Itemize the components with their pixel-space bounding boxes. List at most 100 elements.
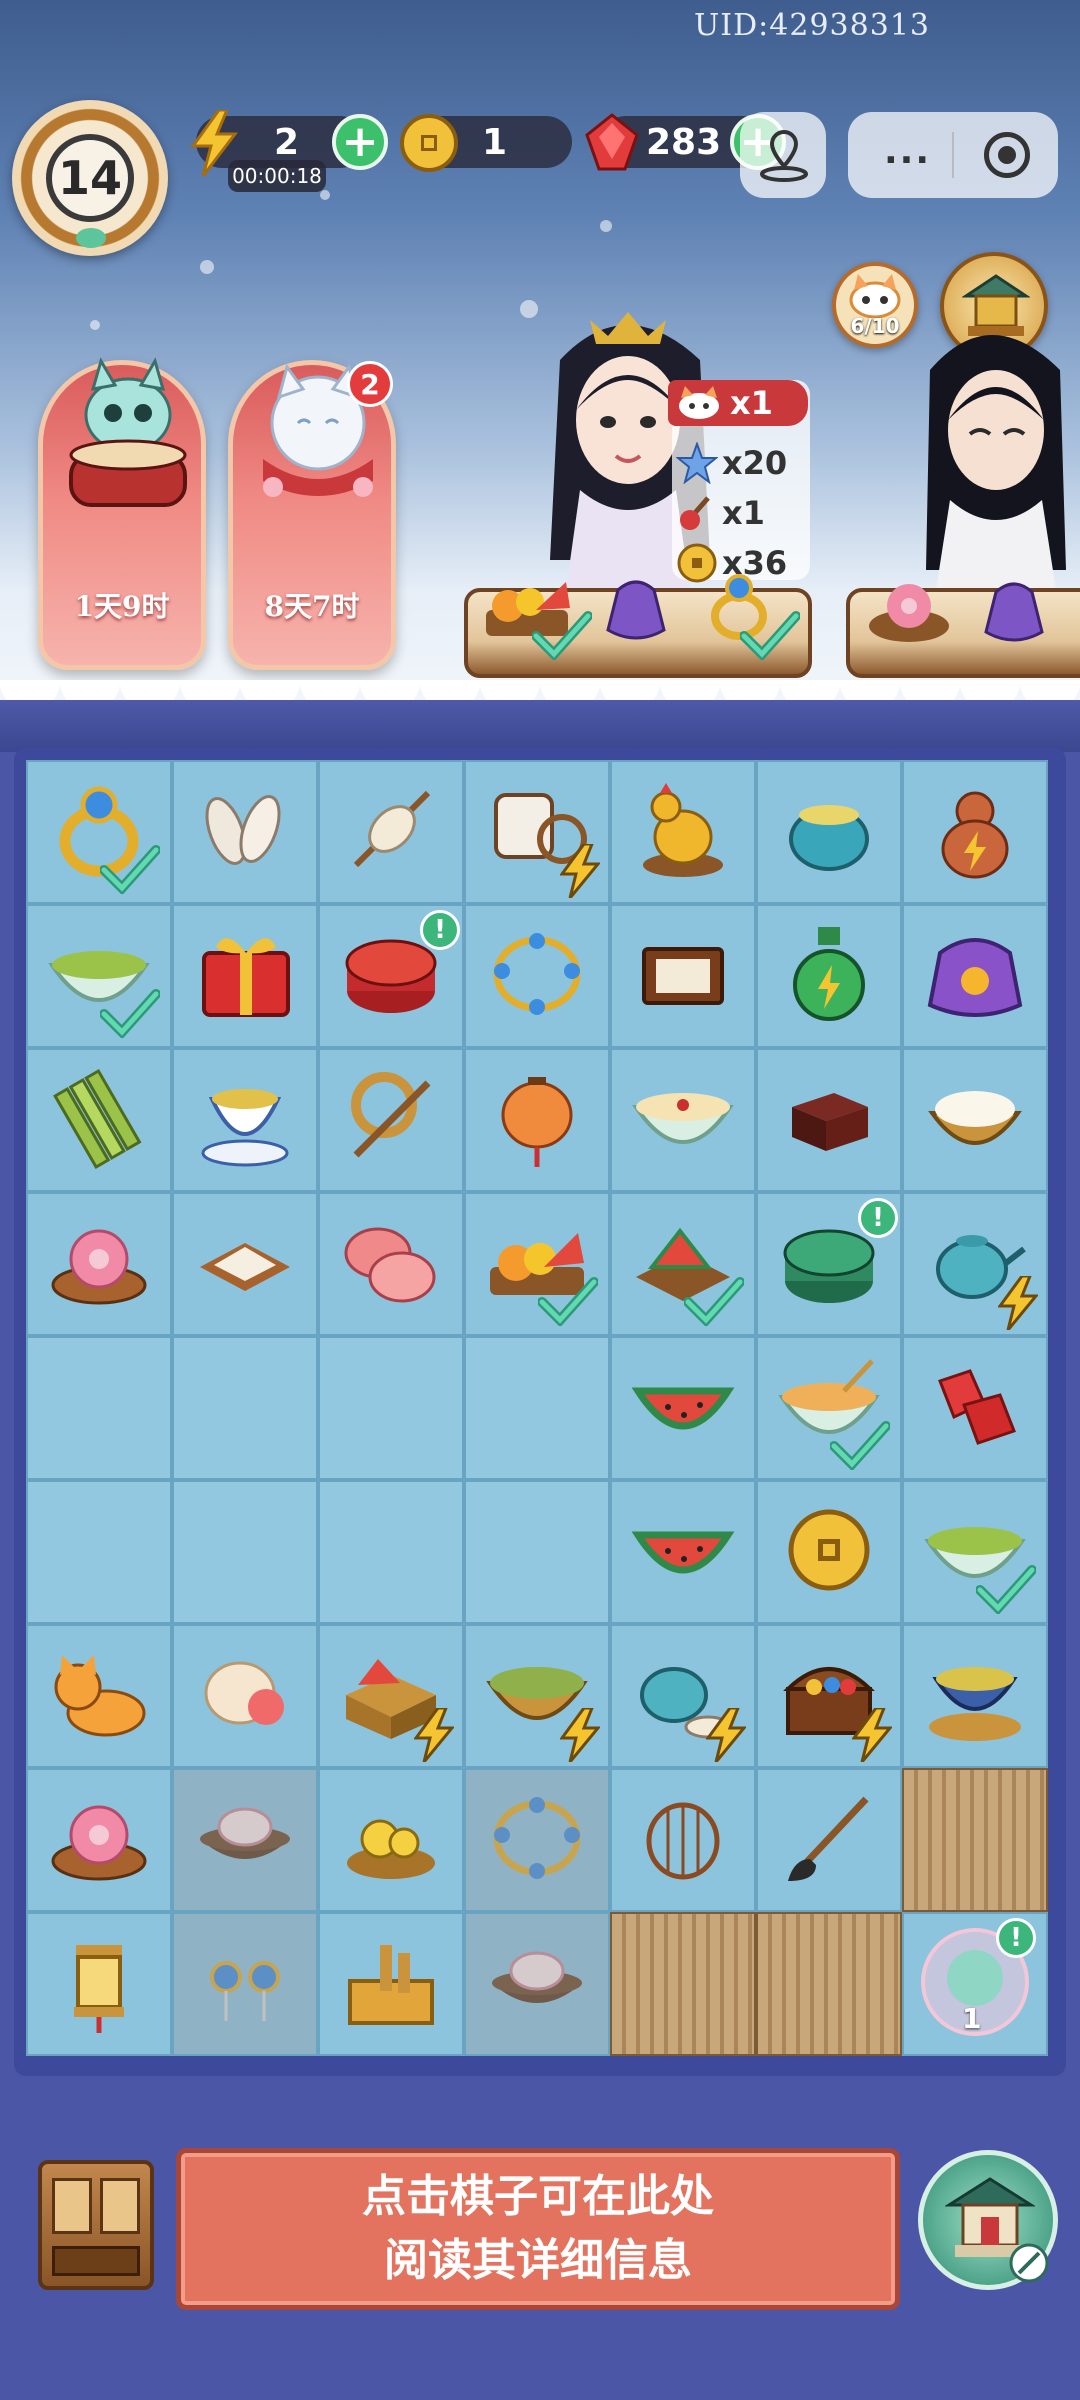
alert-icon: ! bbox=[420, 910, 460, 950]
board-cell-watermelon-board[interactable] bbox=[610, 1192, 756, 1336]
checkmark-icon bbox=[830, 1421, 890, 1470]
checkmark-icon bbox=[100, 989, 160, 1038]
board-cell-bun-plate[interactable] bbox=[172, 1768, 318, 1912]
checkmark-icon bbox=[684, 1277, 744, 1326]
board-cell-mung-bean-soup[interactable] bbox=[902, 1480, 1048, 1624]
checkmark-icon bbox=[532, 611, 592, 660]
map-button[interactable] bbox=[740, 112, 826, 198]
board-cell-locked-crate[interactable] bbox=[902, 1768, 1048, 1912]
ruby-gem-icon bbox=[584, 112, 640, 172]
board-cell-ruby-gems[interactable] bbox=[902, 1336, 1048, 1480]
flour-basket-icon bbox=[920, 1063, 1030, 1177]
board-cell-orange-cat[interactable] bbox=[26, 1624, 172, 1768]
potion-icon bbox=[680, 496, 710, 530]
board-cell-bird-cage[interactable] bbox=[610, 1768, 756, 1912]
board-cell-flour-basket[interactable] bbox=[902, 1048, 1048, 1192]
tea-pot-stove-icon bbox=[920, 1639, 1030, 1753]
board-cell-locked-crate[interactable] bbox=[756, 1912, 902, 2056]
board-cell-tea-jar[interactable] bbox=[756, 760, 902, 904]
event-card-drum-cat[interactable]: 1天9时 bbox=[38, 357, 206, 670]
order-tray-2[interactable] bbox=[846, 582, 1080, 678]
board-cell-sweet-soup-bowl[interactable] bbox=[756, 1336, 902, 1480]
event-card-white-cat[interactable]: 2 8天7时 bbox=[228, 360, 396, 670]
purple-pouch-icon bbox=[984, 582, 1044, 642]
board-cell-teapot[interactable] bbox=[902, 1192, 1048, 1336]
board-cell-rice-cake[interactable] bbox=[172, 1192, 318, 1336]
checkmark-icon bbox=[976, 1565, 1036, 1614]
notification-badge: 2 bbox=[347, 361, 393, 407]
order-tray-1[interactable] bbox=[464, 574, 812, 678]
flower-cake-icon bbox=[44, 1783, 154, 1897]
board-cell-congee-bowl[interactable] bbox=[610, 1048, 756, 1192]
hanging-lantern-icon bbox=[44, 1927, 154, 2041]
reward-row: x1 bbox=[672, 488, 765, 538]
capsule-divider bbox=[952, 132, 954, 178]
board-cell-chick-nest[interactable] bbox=[318, 1768, 464, 1912]
board-cell-flower-cake[interactable] bbox=[26, 1192, 172, 1336]
close-miniprogram-icon[interactable] bbox=[984, 132, 1030, 178]
empty-board-cell[interactable] bbox=[318, 1480, 464, 1624]
board-cell-embroidered-pouch[interactable] bbox=[902, 904, 1048, 1048]
empty-board-cell[interactable] bbox=[172, 1336, 318, 1480]
board-cell-jade-bracelet[interactable] bbox=[464, 904, 610, 1048]
board-cell-silk-cocoons[interactable] bbox=[172, 760, 318, 904]
board-cell-earrings[interactable] bbox=[172, 1912, 318, 2056]
board-cell-energy-bottle[interactable] bbox=[756, 904, 902, 1048]
empty-board-cell[interactable] bbox=[172, 1480, 318, 1624]
chick-nest-icon bbox=[336, 1783, 446, 1897]
more-options-icon[interactable]: ··· bbox=[884, 140, 931, 181]
board-cell-golden-rooster[interactable] bbox=[610, 760, 756, 904]
board-cell-locked-crate[interactable] bbox=[610, 1912, 756, 2056]
empty-board-cell[interactable] bbox=[464, 1480, 610, 1624]
board-cell-silk-loom[interactable] bbox=[464, 760, 610, 904]
board-cell-gold-ring[interactable] bbox=[26, 760, 172, 904]
board-cell-teapot-set[interactable] bbox=[610, 1624, 756, 1768]
empty-board-cell[interactable] bbox=[464, 1336, 610, 1480]
board-cell-red-lacquer-box[interactable]: ! bbox=[318, 904, 464, 1048]
board-cell-writing-brush-roll[interactable] bbox=[318, 1048, 464, 1192]
board-cell-copper-coin[interactable] bbox=[756, 1480, 902, 1624]
golden-rooster-icon bbox=[628, 775, 738, 889]
board-cell-spindle[interactable] bbox=[318, 760, 464, 904]
board-cell-pink-mooncake[interactable] bbox=[318, 1192, 464, 1336]
orange-cat-icon bbox=[44, 1639, 154, 1753]
empty-board-cell[interactable] bbox=[26, 1480, 172, 1624]
event-time-left: 1天9时 bbox=[74, 590, 170, 623]
watermelon-slice-icon bbox=[628, 1495, 738, 1609]
storage-cabinet-button[interactable] bbox=[38, 2160, 154, 2290]
board-cell-jade-bubble[interactable]: ! 1 bbox=[902, 1912, 1048, 2056]
energy-gourd-icon bbox=[920, 775, 1030, 889]
scholar-character-portrait bbox=[926, 335, 1066, 590]
add-energy-button[interactable]: + bbox=[332, 114, 388, 170]
mystery-gift-box-icon bbox=[190, 919, 300, 1033]
board-cell-tea-cup[interactable] bbox=[172, 1048, 318, 1192]
pavilion-button[interactable] bbox=[918, 2150, 1058, 2290]
board-cell-bun-plate[interactable] bbox=[464, 1912, 610, 2056]
board-cell-rice-dumpling[interactable] bbox=[172, 1624, 318, 1768]
board-cell-fruit-platter[interactable] bbox=[464, 1192, 610, 1336]
board-cell-wooden-tray[interactable] bbox=[610, 904, 756, 1048]
board-cell-watermelon-slice[interactable] bbox=[610, 1480, 756, 1624]
board-cell-paper-lantern[interactable] bbox=[464, 1048, 610, 1192]
empty-board-cell[interactable] bbox=[26, 1336, 172, 1480]
board-cell-mung-bean-soup[interactable] bbox=[26, 904, 172, 1048]
coin-value: 1 bbox=[482, 121, 508, 163]
board-cell-flower-cake[interactable] bbox=[26, 1768, 172, 1912]
coin-icon bbox=[398, 112, 460, 174]
board-cell-wooden-toolbox[interactable] bbox=[318, 1912, 464, 2056]
board-cell-bamboo-slips[interactable] bbox=[26, 1048, 172, 1192]
board-cell-tea-pot-stove[interactable] bbox=[902, 1624, 1048, 1768]
board-cell-dark-box[interactable] bbox=[756, 1048, 902, 1192]
board-cell-writing-brush[interactable] bbox=[756, 1768, 902, 1912]
board-cell-mystery-gift-box[interactable] bbox=[172, 904, 318, 1048]
board-cell-jade-bracelet[interactable] bbox=[464, 1768, 610, 1912]
board-cell-fruit-basket[interactable] bbox=[318, 1624, 464, 1768]
board-cell-green-lacquer-box[interactable]: ! bbox=[756, 1192, 902, 1336]
board-cell-hanging-lantern[interactable] bbox=[26, 1912, 172, 2056]
board-cell-yarn-basket[interactable] bbox=[464, 1624, 610, 1768]
empty-board-cell[interactable] bbox=[318, 1336, 464, 1480]
board-cell-treasure-chest[interactable] bbox=[756, 1624, 902, 1768]
player-level-badge[interactable]: 14 bbox=[12, 100, 168, 256]
board-cell-watermelon-slice[interactable] bbox=[610, 1336, 756, 1480]
board-cell-energy-gourd[interactable] bbox=[902, 760, 1048, 904]
